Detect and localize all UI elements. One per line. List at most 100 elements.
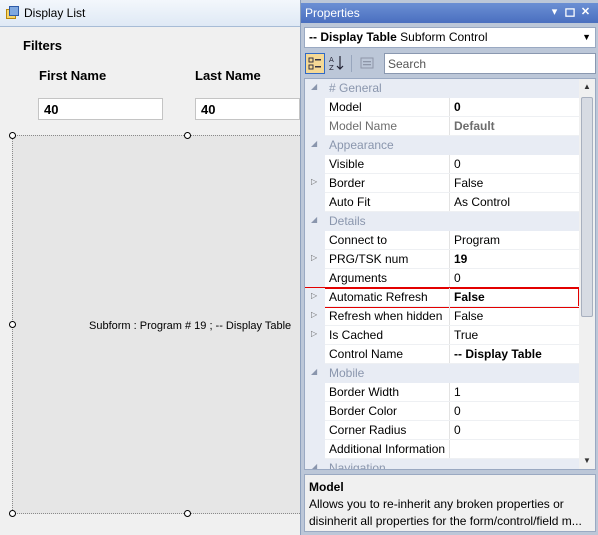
property-value[interactable]: 0 [454, 404, 461, 418]
scrollbar-thumb[interactable] [581, 97, 593, 317]
column-divider[interactable] [449, 231, 450, 250]
property-row[interactable]: Auto Fit As Control [305, 193, 579, 212]
property-row[interactable]: Connect to Program [305, 231, 579, 250]
property-category[interactable]: ◢ Appearance [305, 136, 579, 155]
collapse-icon[interactable]: ◢ [311, 367, 317, 376]
expand-icon[interactable]: ▷ [311, 291, 317, 300]
column-divider[interactable] [449, 269, 450, 288]
chevron-down-icon[interactable]: ▼ [582, 28, 591, 47]
property-row[interactable]: Model 0 [305, 98, 579, 117]
property-name: Model [329, 100, 362, 114]
property-value[interactable]: As Control [454, 195, 510, 209]
first-name-field[interactable]: 40 [38, 98, 163, 120]
property-row[interactable]: Visible 0 [305, 155, 579, 174]
property-category[interactable]: ◢ Details [305, 212, 579, 231]
resize-handle-bottom-center[interactable] [184, 510, 191, 517]
alphabetical-sort-button[interactable]: A Z [327, 53, 347, 74]
property-value[interactable]: -- Display Table [454, 347, 542, 361]
column-divider[interactable] [449, 440, 450, 459]
property-row[interactable]: Border Width 1 [305, 383, 579, 402]
scroll-up-icon[interactable]: ▲ [579, 79, 595, 95]
property-row[interactable]: ▷ PRG/TSK num 19 [305, 250, 579, 269]
column-divider[interactable] [449, 383, 450, 402]
column-divider[interactable] [449, 402, 450, 421]
column-divider[interactable] [449, 250, 450, 269]
expand-icon[interactable]: ▷ [311, 310, 317, 319]
column-divider[interactable] [449, 155, 450, 174]
property-row[interactable]: ▷ Is Cached True [305, 326, 579, 345]
property-category[interactable]: ◢ Mobile [305, 364, 579, 383]
property-value[interactable]: 0 [454, 100, 461, 114]
property-category[interactable]: ◢ # General [305, 79, 579, 98]
property-value[interactable]: 1 [454, 385, 461, 399]
category-label: Mobile [329, 366, 365, 380]
maximize-icon[interactable] [563, 5, 576, 20]
property-value[interactable]: 0 [454, 157, 461, 171]
collapse-icon[interactable]: ◢ [311, 82, 317, 91]
property-name: Border Width [329, 385, 400, 399]
property-name: Arguments [329, 271, 388, 285]
form-title: Display List [24, 6, 86, 20]
category-label: Details [329, 214, 366, 228]
property-value[interactable]: 0 [454, 423, 461, 437]
column-divider[interactable] [449, 288, 450, 307]
property-row[interactable]: ▷ Refresh when hidden False [305, 307, 579, 326]
toolbar-separator [351, 55, 352, 72]
property-row[interactable]: Border Color 0 [305, 402, 579, 421]
resize-handle-top-center[interactable] [184, 132, 191, 139]
property-name: Connect to [329, 233, 388, 247]
vertical-scrollbar[interactable]: ▲ ▼ [579, 79, 595, 469]
categorized-view-button[interactable] [305, 53, 325, 74]
property-row[interactable]: ▷ Border False [305, 174, 579, 193]
resize-handle-top-left[interactable] [9, 132, 16, 139]
property-row[interactable]: Control Name -- Display Table [305, 345, 579, 364]
expand-icon[interactable]: ▷ [311, 253, 317, 262]
property-value[interactable]: 19 [454, 252, 467, 266]
column-divider[interactable] [449, 307, 450, 326]
resize-handle-bottom-left[interactable] [9, 510, 16, 517]
property-row[interactable]: Additional Information [305, 440, 579, 459]
expand-icon[interactable]: ▷ [311, 177, 317, 186]
property-value[interactable]: True [454, 328, 478, 342]
search-input[interactable] [384, 53, 596, 74]
object-selector[interactable]: -- Display Table Subform Control ▼ [304, 27, 596, 48]
close-icon[interactable]: ✕ [579, 5, 592, 20]
property-category[interactable]: ◢ Navigation [305, 459, 579, 469]
property-value[interactable]: False [454, 290, 485, 304]
property-row[interactable]: ▷ Automatic Refresh False [305, 287, 580, 308]
resize-handle-middle-left[interactable] [9, 321, 16, 328]
expand-icon[interactable]: ▷ [311, 329, 317, 338]
collapse-icon[interactable]: ◢ [311, 139, 317, 148]
property-value[interactable]: False [454, 309, 483, 323]
property-name: Control Name [329, 347, 404, 361]
last-name-field[interactable]: 40 [195, 98, 300, 120]
dropdown-icon[interactable]: ▾ [548, 5, 561, 20]
property-value[interactable]: 0 [454, 271, 461, 285]
row-gutter [305, 231, 325, 250]
property-row[interactable]: Model Name Default [305, 117, 579, 136]
column-divider[interactable] [449, 117, 450, 136]
property-row[interactable]: Corner Radius 0 [305, 421, 579, 440]
property-row[interactable]: Arguments 0 [305, 269, 579, 288]
property-name: PRG/TSK num [329, 252, 409, 266]
column-divider[interactable] [449, 174, 450, 193]
property-value[interactable]: Default [454, 119, 495, 133]
collapse-icon[interactable]: ◢ [311, 215, 317, 224]
svg-text:A: A [329, 56, 334, 64]
scroll-down-icon[interactable]: ▼ [579, 453, 595, 469]
description-pane: Model Allows you to re-inherit any broke… [304, 474, 596, 532]
property-value[interactable]: False [454, 176, 483, 190]
property-name: Refresh when hidden [329, 309, 443, 323]
column-divider[interactable] [449, 421, 450, 440]
row-gutter [305, 155, 325, 174]
first-name-label: First Name [39, 68, 107, 83]
collapse-icon[interactable]: ◢ [311, 462, 317, 469]
column-divider[interactable] [449, 98, 450, 117]
column-divider[interactable] [449, 326, 450, 345]
column-divider[interactable] [449, 193, 450, 212]
column-divider[interactable] [449, 345, 450, 364]
property-value[interactable]: Program [454, 233, 500, 247]
form-icon [6, 6, 19, 19]
property-pages-button[interactable] [357, 53, 377, 74]
row-gutter [305, 98, 325, 117]
